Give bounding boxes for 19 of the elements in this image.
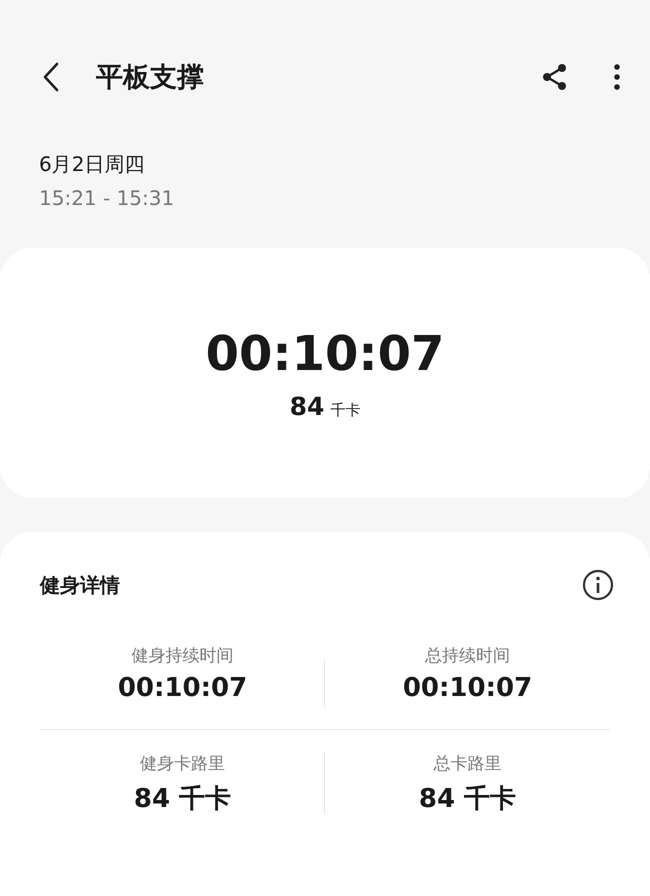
back-button[interactable] <box>42 62 60 92</box>
calories-value: 84 <box>290 392 324 420</box>
info-icon[interactable] <box>582 569 614 601</box>
stat-value: 84 千卡 <box>134 783 232 816</box>
stat-value: 00:10:07 <box>402 673 532 703</box>
stat-value: 84 千卡 <box>418 783 516 816</box>
page-title: 平板支撑 <box>96 61 205 95</box>
workout-date: 6月2日周四 <box>39 151 146 178</box>
workout-time-range: 15:21 - 15:31 <box>39 186 176 210</box>
stat-label: 健身持续时间 <box>132 645 234 667</box>
stat-label: 总卡路里 <box>434 753 502 775</box>
stat-label: 健身卡路里 <box>140 753 225 775</box>
stat-value: 00:10:07 <box>118 673 248 703</box>
stat-label: 总持续时间 <box>425 645 510 667</box>
more-button[interactable] <box>614 64 620 90</box>
duration-value: 00:10:07 <box>206 326 444 382</box>
share-button[interactable] <box>542 63 568 91</box>
section-title: 健身详情 <box>40 572 120 598</box>
calories-unit: 千卡 <box>330 400 360 420</box>
